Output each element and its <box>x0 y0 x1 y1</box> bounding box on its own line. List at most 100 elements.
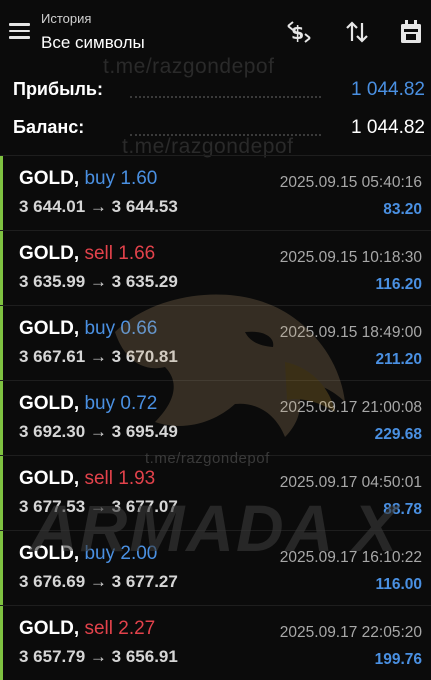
trade-profit: 229.68 <box>374 426 422 443</box>
trade-side: buy 0.66 <box>84 318 157 339</box>
arrow-icon: → <box>89 647 107 666</box>
hamburger-menu-icon[interactable] <box>9 23 30 39</box>
header-title[interactable]: Все символы <box>41 33 145 53</box>
trade-title: GOLD, buy 0.66 <box>19 318 157 340</box>
trade-marker <box>0 156 3 230</box>
sort-arrows-icon[interactable] <box>343 18 371 46</box>
balance-row: Баланс: 1 044.82 <box>0 110 431 146</box>
arrow-icon: → <box>89 572 107 591</box>
trade-symbol: GOLD, <box>19 168 80 189</box>
trade-volume: 1.66 <box>118 243 156 264</box>
trade-prices: 3 667.61 → 3 670.81 <box>19 347 178 367</box>
trade-time: 2025.09.17 22:05:20 <box>279 624 422 641</box>
trade-symbol: GOLD, <box>19 243 80 264</box>
trade-marker <box>0 231 3 305</box>
trade-profit: 211.20 <box>375 351 422 368</box>
trade-profit: 88.78 <box>383 501 422 518</box>
trade-title: GOLD, sell 1.66 <box>19 243 155 265</box>
trade-side: buy 0.72 <box>84 393 157 414</box>
trade-row[interactable]: GOLD, buy 0.72 3 692.30 → 3 695.49 2025.… <box>0 380 431 455</box>
header-subtitle: История <box>41 11 92 26</box>
trade-volume: 1.60 <box>120 168 158 189</box>
balance-label: Баланс: <box>13 117 85 137</box>
trade-close-price: 3 656.91 <box>111 647 178 666</box>
trade-symbol: GOLD, <box>19 318 80 339</box>
trade-profit: 83.20 <box>383 201 422 218</box>
trade-symbol: GOLD, <box>19 393 80 414</box>
trade-prices: 3 635.99 → 3 635.29 <box>19 272 178 292</box>
arrow-icon: → <box>89 422 107 441</box>
trade-time: 2025.09.17 21:00:08 <box>279 399 422 416</box>
trade-prices: 3 692.30 → 3 695.49 <box>19 422 178 442</box>
trade-symbol: GOLD, <box>19 543 80 564</box>
trade-side-label: sell <box>84 618 113 639</box>
trade-row[interactable]: GOLD, sell 1.66 3 635.99 → 3 635.29 2025… <box>0 230 431 305</box>
trade-marker <box>0 306 3 380</box>
trade-row[interactable]: GOLD, sell 2.27 3 657.79 → 3 656.91 2025… <box>0 605 431 680</box>
currency-sort-icon[interactable]: $ <box>285 18 313 46</box>
trade-title: GOLD, sell 1.93 <box>19 468 155 490</box>
dotted-leader <box>130 134 321 136</box>
channel-watermark: t.me/razgondepof <box>145 450 270 467</box>
trade-open-price: 3 635.99 <box>19 272 86 291</box>
trade-prices: 3 676.69 → 3 677.27 <box>19 572 178 592</box>
arrow-icon: → <box>89 197 107 216</box>
trade-row[interactable]: GOLD, buy 1.60 3 644.01 → 3 644.53 2025.… <box>0 155 431 230</box>
trade-side: sell 1.93 <box>84 468 155 489</box>
trade-time: 2025.09.15 10:18:30 <box>279 249 422 266</box>
profit-row: Прибыль: 1 044.82 <box>0 72 431 108</box>
trade-title: GOLD, buy 0.72 <box>19 393 157 415</box>
trade-close-price: 3 644.53 <box>111 197 178 216</box>
trade-title: GOLD, sell 2.27 <box>19 618 155 640</box>
trade-close-price: 3 670.81 <box>111 347 178 366</box>
trade-profit: 116.20 <box>375 276 422 293</box>
trade-prices: 3 677.53 → 3 677.07 <box>19 497 178 517</box>
trade-volume: 1.93 <box>118 468 156 489</box>
trade-side: sell 1.66 <box>84 243 155 264</box>
trade-marker <box>0 606 3 680</box>
trade-side: buy 2.00 <box>84 543 157 564</box>
trade-marker <box>0 381 3 455</box>
trade-time: 2025.09.15 05:40:16 <box>279 174 422 191</box>
profit-label: Прибыль: <box>13 79 103 99</box>
trade-symbol: GOLD, <box>19 618 80 639</box>
trade-close-price: 3 677.07 <box>111 497 178 516</box>
trade-prices: 3 657.79 → 3 656.91 <box>19 647 178 667</box>
trade-marker <box>0 531 3 605</box>
trade-symbol: GOLD, <box>19 468 80 489</box>
trade-side-label: buy <box>84 318 116 339</box>
trade-open-price: 3 676.69 <box>19 572 86 591</box>
trade-row[interactable]: GOLD, buy 0.66 3 667.61 → 3 670.81 2025.… <box>0 305 431 380</box>
trade-time: 2025.09.17 16:10:22 <box>279 549 422 566</box>
trade-side: sell 2.27 <box>84 618 155 639</box>
dotted-leader <box>130 96 321 98</box>
trade-side-label: sell <box>84 468 113 489</box>
arrow-icon: → <box>89 272 107 291</box>
trade-open-price: 3 657.79 <box>19 647 86 666</box>
trade-profit: 116.00 <box>375 576 422 593</box>
trade-side-label: sell <box>84 243 113 264</box>
trade-open-price: 3 692.30 <box>19 422 86 441</box>
trade-side-label: buy <box>84 543 116 564</box>
trade-close-price: 3 635.29 <box>111 272 178 291</box>
arrow-icon: → <box>89 347 107 366</box>
trade-list: GOLD, buy 1.60 3 644.01 → 3 644.53 2025.… <box>0 155 431 680</box>
trade-title: GOLD, buy 1.60 <box>19 168 157 190</box>
trade-close-price: 3 695.49 <box>111 422 178 441</box>
trade-row[interactable]: GOLD, buy 2.00 3 676.69 → 3 677.27 2025.… <box>0 530 431 605</box>
trade-volume: 2.00 <box>120 543 158 564</box>
trade-side: buy 1.60 <box>84 168 157 189</box>
trade-volume: 2.27 <box>118 618 156 639</box>
calendar-icon[interactable] <box>397 18 425 46</box>
trade-title: GOLD, buy 2.00 <box>19 543 157 565</box>
trade-volume: 0.72 <box>120 393 158 414</box>
trade-volume: 0.66 <box>120 318 158 339</box>
trade-time: 2025.09.15 18:49:00 <box>279 324 422 341</box>
balance-value: 1 044.82 <box>351 117 425 138</box>
trade-open-price: 3 677.53 <box>19 497 86 516</box>
trade-side-label: buy <box>84 168 116 189</box>
trade-marker <box>0 456 3 530</box>
trade-open-price: 3 644.01 <box>19 197 86 216</box>
svg-text:$: $ <box>291 22 304 44</box>
profit-value: 1 044.82 <box>351 79 425 100</box>
